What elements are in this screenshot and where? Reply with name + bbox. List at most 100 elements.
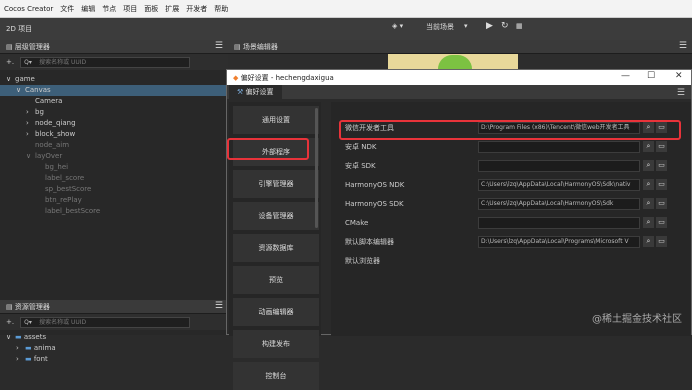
expand-arrow-icon[interactable]: ∨: [6, 74, 15, 85]
tree-node[interactable]: › node_qiang: [0, 118, 228, 129]
sidebar-item[interactable]: 通用设置: [233, 106, 319, 134]
menu-panel[interactable]: 面板: [144, 4, 158, 14]
tree-node-label: node_qiang: [35, 119, 76, 127]
search-icon[interactable]: ⌕: [643, 236, 654, 247]
platform-icon[interactable]: ◈ ▾: [392, 22, 403, 30]
maximize-icon[interactable]: ☐: [647, 71, 655, 81]
setting-label: 默认浏览器: [345, 257, 380, 265]
menu-app[interactable]: Cocos Creator: [4, 5, 53, 13]
sidebar-item[interactable]: 预览: [233, 266, 319, 294]
scene-editor-icon: ▤: [234, 42, 243, 51]
tree-node-label: assets: [23, 333, 47, 341]
tree-node[interactable]: ∨ Canvas: [0, 85, 228, 96]
search-icon[interactable]: ⌕: [643, 179, 654, 190]
expand-arrow-icon[interactable]: ∨: [16, 85, 25, 96]
scene-select[interactable]: 当前场景: [426, 22, 454, 32]
path-input[interactable]: D:\Users\lzq\AppData\Local\Programs\Micr…: [478, 236, 640, 248]
tree-node[interactable]: › ▬ anima: [0, 343, 228, 354]
sidebar-item[interactable]: 控制台: [233, 362, 319, 390]
assets-search-input[interactable]: Q▾ 搜索名称或 UUID: [20, 316, 191, 328]
menu-help[interactable]: 帮助: [214, 4, 228, 14]
panel-menu-icon[interactable]: ☰: [215, 301, 223, 311]
close-icon[interactable]: ✕: [675, 71, 683, 81]
path-input[interactable]: [478, 141, 640, 153]
panel-menu-icon[interactable]: ☰: [677, 88, 685, 98]
sidebar-item[interactable]: 构建发布: [233, 330, 319, 358]
add-icon[interactable]: +.: [6, 58, 14, 66]
refresh-icon[interactable]: ↻: [501, 21, 509, 31]
dialog-tabs: ⚒ 偏好设置 ☰: [227, 85, 691, 99]
expand-arrow-icon[interactable]: ›: [26, 107, 35, 118]
tree-node[interactable]: ∨ ▬ assets: [0, 332, 228, 343]
panel-menu-icon[interactable]: ☰: [679, 41, 687, 51]
folder-open-icon[interactable]: ▭: [656, 141, 667, 152]
top-toolbar: 2D 项目 ◈ ▾ 当前场景 ▾ ▶ ↻ ▦: [0, 18, 692, 40]
path-input[interactable]: [478, 160, 640, 172]
tree-node[interactable]: Camera: [0, 96, 228, 107]
sidebar-item[interactable]: 动画编辑器: [233, 298, 319, 326]
expand-arrow-icon[interactable]: ∨: [26, 151, 35, 162]
expand-arrow-icon[interactable]: ›: [26, 129, 35, 140]
sidebar-item[interactable]: 设备管理器: [233, 202, 319, 230]
search-icon: Q▾: [24, 58, 32, 66]
menu-developer[interactable]: 开发者: [186, 4, 207, 14]
assets-tree: ∨ ▬ assets › ▬ anima › ▬ font: [0, 330, 228, 365]
setting-label: 默认脚本编辑器: [345, 238, 394, 246]
scene-editor-header: ▤ 场景编辑器 ☰: [228, 40, 692, 54]
search-icon[interactable]: ⌕: [643, 198, 654, 209]
tree-node-label: bg: [35, 108, 44, 116]
expand-arrow-icon[interactable]: ∨: [6, 332, 15, 343]
play-icon[interactable]: ▶: [486, 21, 493, 31]
dialog-app-icon: ◆: [233, 73, 241, 82]
tree-node[interactable]: › block_show: [0, 129, 228, 140]
grid-icon[interactable]: ▦: [516, 22, 523, 30]
search-icon[interactable]: ⌕: [643, 217, 654, 228]
tree-node[interactable]: label_score: [0, 173, 228, 184]
folder-open-icon[interactable]: ▭: [656, 160, 667, 171]
expand-arrow-icon[interactable]: ›: [16, 343, 25, 354]
assets-header: ▤ 资源管理器 ☰: [0, 300, 228, 314]
tree-node[interactable]: sp_bestScore: [0, 184, 228, 195]
tree-node-label: node_aim: [35, 141, 70, 149]
folder-open-icon[interactable]: ▭: [656, 179, 667, 190]
highlight-wechat-row: [339, 120, 681, 140]
sidebar-item[interactable]: 引擎管理器: [233, 170, 319, 198]
menu-edit[interactable]: 编辑: [81, 4, 95, 14]
sidebar-scrollbar[interactable]: [315, 108, 318, 228]
path-input[interactable]: C:\Users\lzq\AppData\Local\HarmonyOS\Sdk…: [478, 179, 640, 191]
tree-node-label: label_score: [45, 174, 85, 182]
scene-editor-panel: ▤ 场景编辑器 ☰: [228, 40, 692, 69]
hierarchy-search-row: +. Q▾ 搜索名称或 UUID: [0, 54, 228, 70]
hierarchy-search-input[interactable]: Q▾ 搜索名称或 UUID: [20, 56, 191, 68]
dialog-titlebar: ◆ 偏好设置 - hechengdaxigua — ☐ ✕: [227, 70, 691, 85]
chevron-down-icon[interactable]: ▾: [464, 22, 468, 30]
tree-node[interactable]: ∨ layOver: [0, 151, 228, 162]
panel-menu-icon[interactable]: ☰: [215, 41, 223, 51]
menu-extension[interactable]: 扩展: [165, 4, 179, 14]
tree-node[interactable]: btn_rePlay: [0, 195, 228, 206]
hierarchy-tree: ∨ game ∨ Canvas Camera › bg › node_qiang › block_s…: [0, 70, 228, 300]
folder-open-icon[interactable]: ▭: [656, 217, 667, 228]
folder-open-icon[interactable]: ▭: [656, 198, 667, 209]
tree-node[interactable]: ∨ game: [0, 74, 228, 85]
tree-node[interactable]: › bg: [0, 107, 228, 118]
tree-node[interactable]: node_aim: [0, 140, 228, 151]
menu-project[interactable]: 项目: [123, 4, 137, 14]
tree-node[interactable]: label_bestScore: [0, 206, 228, 217]
menu-node[interactable]: 节点: [102, 4, 116, 14]
minimize-icon[interactable]: —: [621, 71, 630, 81]
add-icon[interactable]: +.: [6, 318, 14, 326]
expand-arrow-icon[interactable]: ›: [26, 118, 35, 129]
menu-file[interactable]: 文件: [60, 4, 74, 14]
search-icon[interactable]: ⌕: [643, 160, 654, 171]
path-input[interactable]: [478, 217, 640, 229]
expand-arrow-icon[interactable]: ›: [16, 354, 25, 365]
tree-node[interactable]: bg_hei: [0, 162, 228, 173]
search-icon[interactable]: ⌕: [643, 141, 654, 152]
tree-node[interactable]: › ▬ font: [0, 354, 228, 365]
tab-preferences[interactable]: ⚒ 偏好设置: [229, 85, 282, 99]
folder-open-icon[interactable]: ▭: [656, 236, 667, 247]
sidebar-item[interactable]: 资源数据库: [233, 234, 319, 262]
assets-search-placeholder: 搜索名称或 UUID: [39, 318, 87, 326]
path-input[interactable]: C:\Users\lzq\AppData\Local\HarmonyOS\Sdk: [478, 198, 640, 210]
